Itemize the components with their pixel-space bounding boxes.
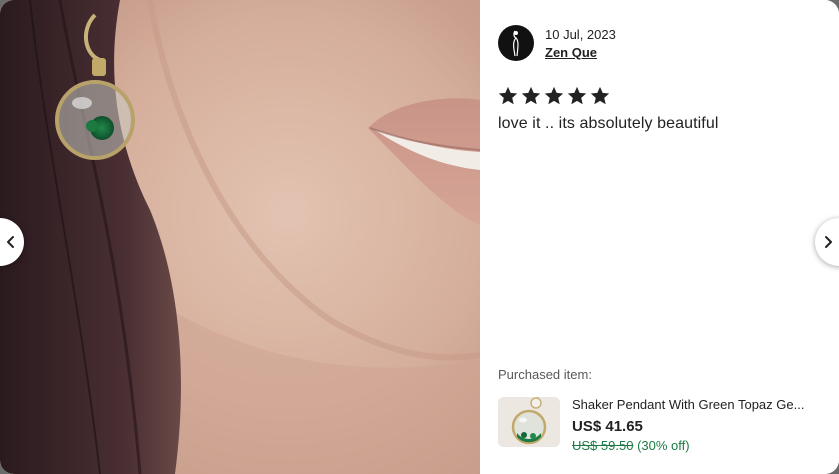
review-date: 10 Jul, 2023 <box>545 26 616 42</box>
purchased-item-card[interactable]: Shaker Pendant With Green Topaz Ge... US… <box>498 397 828 457</box>
reviewer-info: 10 Jul, 2023 Zen Que <box>498 25 616 61</box>
product-discount: (30% off) <box>637 438 690 453</box>
pendant-thumbnail-image <box>498 397 560 447</box>
review-text: love it .. its absolutely beautiful <box>498 115 719 132</box>
product-title[interactable]: Shaker Pendant With Green Topaz Ge... <box>572 397 824 413</box>
review-photo <box>0 0 480 474</box>
review-modal: 10 Jul, 2023 Zen Que love it .. its abso… <box>0 0 839 474</box>
chevron-left-icon <box>7 236 14 248</box>
star-icon <box>567 86 587 105</box>
star-icon <box>498 86 518 105</box>
product-price: US$ 41.65 <box>572 418 643 435</box>
avatar[interactable] <box>498 25 534 61</box>
avatar-silhouette-icon <box>513 30 519 57</box>
star-icon <box>521 86 541 105</box>
chevron-right-icon <box>825 236 832 248</box>
star-icon <box>544 86 564 105</box>
product-original-price-row: US$ 59.50 (30% off) <box>572 438 824 454</box>
purchased-item-label: Purchased item: <box>498 367 592 382</box>
star-rating <box>497 85 612 107</box>
star-icon <box>590 86 610 105</box>
product-thumbnail[interactable] <box>498 397 560 447</box>
review-photo-image <box>0 0 480 474</box>
review-panel: 10 Jul, 2023 Zen Que love it .. its abso… <box>480 0 839 474</box>
product-original-price: US$ 59.50 <box>572 438 634 453</box>
reviewer-name-link[interactable]: Zen Que <box>545 44 616 61</box>
